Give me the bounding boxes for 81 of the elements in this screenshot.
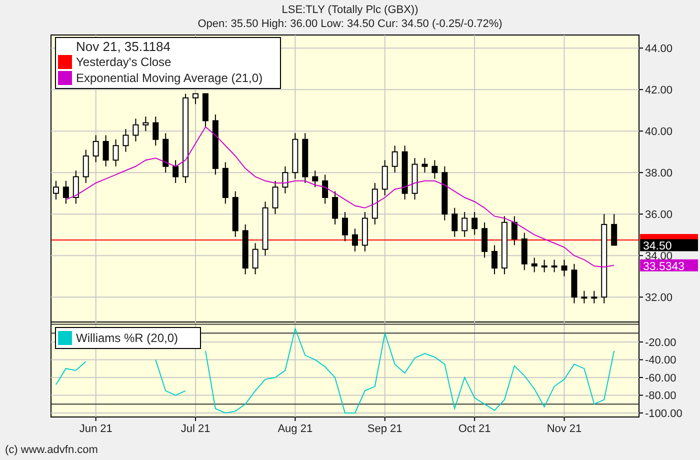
legend-label: Williams %R (20,0) <box>76 331 178 345</box>
candlestick <box>382 160 388 196</box>
axis-label: -40.00 <box>645 354 676 367</box>
price-tag: 33.5343 <box>640 259 698 273</box>
candlestick <box>581 290 588 304</box>
candlestick <box>422 158 428 174</box>
candlestick <box>511 216 518 246</box>
candlestick <box>571 263 578 304</box>
axis-label: -20.00 <box>645 336 676 349</box>
candlestick <box>222 162 228 204</box>
axis-label: 38.00 <box>645 168 673 180</box>
candlestick <box>352 228 358 252</box>
candlestick <box>402 145 408 200</box>
axis-label: Nov 21 <box>546 423 582 435</box>
candlestick <box>392 145 398 174</box>
candlestick <box>262 201 268 256</box>
candlestick <box>412 158 418 200</box>
quote-summary: Open: 35.50 High: 36.00 Low: 34.50 Cur: 34.50 (-0.25/-0.72%) <box>198 16 502 30</box>
copyright-text: (c) www.advfn.com <box>4 443 99 458</box>
candlestick <box>342 212 348 242</box>
candlestick <box>362 212 368 252</box>
candlestick <box>252 242 258 275</box>
axis-label: 42.00 <box>645 84 673 97</box>
candlestick <box>482 222 488 258</box>
axis-label: 36.00 <box>645 209 673 222</box>
candlestick <box>312 170 318 188</box>
axis-label: Jul 21 <box>180 423 210 435</box>
candlestick <box>242 224 248 275</box>
candlestick <box>561 259 568 277</box>
candlestick <box>72 170 79 204</box>
candlestick <box>551 259 558 273</box>
candlestick <box>492 244 498 275</box>
candlestick <box>501 216 508 275</box>
candlestick <box>521 232 528 271</box>
candlestick <box>541 259 548 273</box>
candlestick <box>302 132 308 184</box>
candlestick <box>172 160 179 184</box>
candlestick <box>282 166 288 194</box>
candlestick <box>432 160 438 180</box>
candlestick <box>52 180 59 200</box>
candlestick <box>132 118 139 142</box>
candlestick <box>152 116 159 146</box>
price-tag: 34.50 <box>640 239 698 253</box>
candlestick <box>142 116 149 132</box>
candlestick <box>62 180 69 204</box>
candlestick <box>472 212 478 236</box>
candlestick <box>452 207 458 238</box>
candlestick <box>192 93 198 105</box>
candlestick <box>322 174 328 204</box>
candlestick <box>122 128 129 152</box>
candlestick <box>372 182 378 225</box>
axis-label: Jun 21 <box>79 423 112 435</box>
axis-label: -100.00 <box>645 408 682 420</box>
candlestick <box>332 190 338 225</box>
candlestick <box>212 114 218 176</box>
axis-label: 32.00 <box>645 292 673 304</box>
candlestick <box>531 257 538 273</box>
candlestick <box>591 290 598 304</box>
axis-label: 40.00 <box>645 126 673 138</box>
axis-label: -60.00 <box>645 372 676 384</box>
candlestick <box>112 138 119 167</box>
candlestick <box>292 132 298 180</box>
candlestick <box>162 132 169 174</box>
legend-label: Exponential Moving Average (21,0) <box>76 71 263 85</box>
candlestick <box>202 93 208 128</box>
chart-title: LSE:TLY (Totally Plc (GBX)) <box>282 2 418 16</box>
axis-label: Oct 21 <box>458 423 491 435</box>
candlestick <box>442 166 448 221</box>
candlestick <box>92 134 99 163</box>
candlestick <box>462 212 468 238</box>
candlestick <box>102 134 109 167</box>
axis-label: Aug 21 <box>278 423 313 435</box>
axis-label: Sep 21 <box>367 423 402 435</box>
candlestick <box>82 149 89 184</box>
axis-label: -80.00 <box>645 390 676 402</box>
legend-title: Nov 21, 35.1184 <box>75 39 172 54</box>
legend-label: Yesterday's Close <box>76 55 172 69</box>
axis-label: 44.00 <box>645 43 673 56</box>
candlestick <box>611 214 618 246</box>
candlestick <box>272 180 278 215</box>
candlestick <box>232 190 238 238</box>
